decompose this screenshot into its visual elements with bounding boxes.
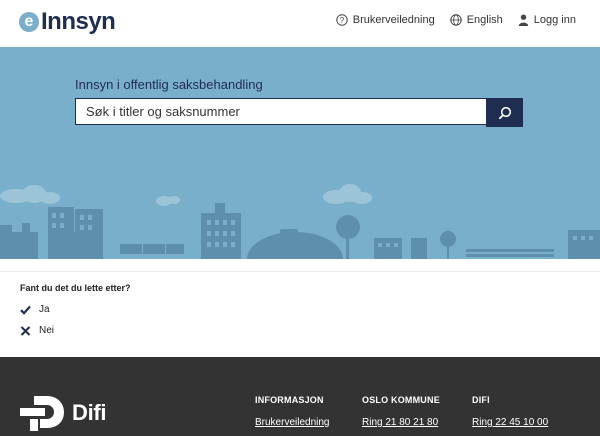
footer-heading: INFORMASJON: [255, 395, 324, 405]
question-circle-icon: ?: [336, 14, 348, 26]
feedback-section: Fant du det du lette etter? Ja Nei: [0, 271, 600, 358]
language-link[interactable]: English: [450, 14, 503, 26]
guide-link[interactable]: ? Brukerveiledning: [336, 14, 435, 26]
search-button[interactable]: [486, 98, 523, 127]
difi-logo[interactable]: Difi: [20, 395, 107, 431]
language-label: English: [466, 14, 503, 26]
feedback-question: Fant du det du lette etter?: [20, 283, 131, 293]
top-nav: ? Brukerveiledning English Logg inn: [321, 14, 576, 26]
header: e Innsyn ? Brukerveiledning English Logg…: [0, 0, 600, 47]
hero-banner: Innsyn i offentlig saksbehandling: [0, 47, 600, 259]
search-icon: [498, 106, 511, 119]
hero-label: Innsyn i offentlig saksbehandling: [75, 77, 263, 92]
logo-text: Innsyn: [41, 8, 116, 35]
footer-heading: OSLO KOMMUNE: [362, 395, 440, 405]
search-input[interactable]: [75, 98, 486, 125]
svg-text:?: ?: [340, 16, 345, 25]
search-bar: [75, 98, 523, 127]
difi-logo-text: Difi: [72, 400, 107, 425]
login-label: Logg inn: [533, 14, 576, 26]
footer-col-oslo: OSLO KOMMUNE Ring 21 80 21 80: [362, 395, 440, 428]
feedback-yes-label: Ja: [39, 304, 50, 315]
footer-link-guide[interactable]: Brukerveiledning: [255, 417, 330, 428]
footer-col-informasjon: INFORMASJON Brukerveiledning: [255, 395, 330, 428]
footer-link-oslo-phone[interactable]: Ring 21 80 21 80: [362, 417, 440, 428]
footer: Difi INFORMASJON Brukerveiledning OSLO K…: [0, 357, 600, 436]
guide-label: Brukerveiledning: [352, 14, 435, 26]
feedback-yes-button[interactable]: Ja: [20, 304, 50, 315]
user-icon: [518, 14, 528, 26]
footer-col-difi: DIFI Ring 22 45 10 00: [472, 395, 548, 428]
logo-e-badge: e: [19, 12, 39, 32]
login-link[interactable]: Logg inn: [518, 14, 576, 26]
close-icon: [20, 325, 31, 336]
globe-icon: [450, 14, 462, 26]
innsyn-logo[interactable]: e Innsyn: [19, 8, 116, 35]
feedback-no-button[interactable]: Nei: [20, 325, 54, 336]
footer-heading: DIFI: [472, 395, 490, 405]
footer-link-difi-phone[interactable]: Ring 22 45 10 00: [472, 417, 548, 428]
difi-logo-icon: [20, 396, 64, 431]
feedback-no-label: Nei: [39, 325, 55, 336]
checkmark-icon: [20, 305, 31, 315]
